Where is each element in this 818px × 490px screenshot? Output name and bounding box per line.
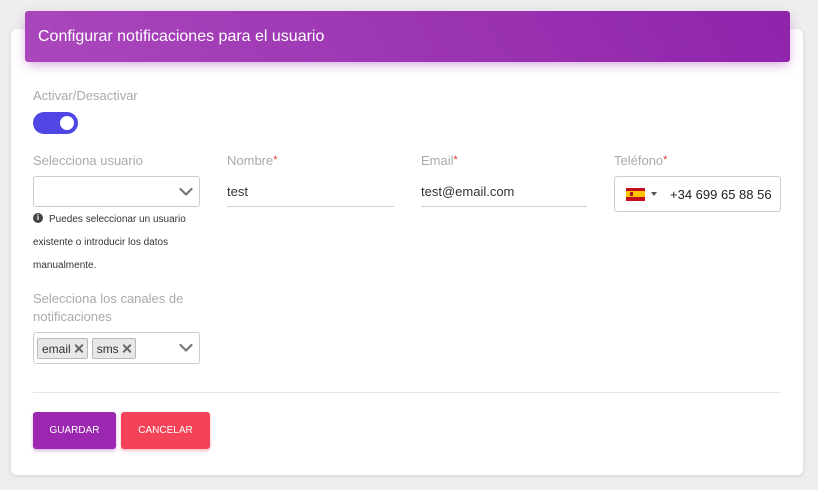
chip-label: sms <box>96 341 119 356</box>
divider <box>33 392 781 393</box>
channels-multiselect[interactable]: email sms <box>33 332 200 364</box>
user-select-label: Selecciona usuario <box>33 153 143 168</box>
spain-flag-icon[interactable] <box>626 187 645 201</box>
required-asterisk: * <box>273 154 278 166</box>
page-title: Configurar notificaciones para el usuari… <box>38 27 325 45</box>
channels-label-line1: Selecciona los canales de <box>33 291 184 306</box>
name-value: test <box>227 184 248 199</box>
user-select-hint: i Puedes seleccionar un usuario existente… <box>33 208 203 277</box>
remove-chip-icon[interactable] <box>123 344 132 353</box>
channel-chip-email: email <box>37 338 88 359</box>
cancel-button[interactable]: Cancelar <box>121 412 210 449</box>
name-label: Nombre* <box>227 153 278 168</box>
toggle-label: Activar/Desactivar <box>33 88 138 103</box>
remove-chip-icon[interactable] <box>75 344 84 353</box>
channel-chip-sms: sms <box>91 338 136 359</box>
phone-input[interactable]: +34 699 65 88 56 <box>614 176 781 212</box>
card-header: Configurar notificaciones para el usuari… <box>25 11 790 62</box>
required-asterisk: * <box>453 154 458 166</box>
country-dropdown-caret-icon[interactable] <box>651 192 657 196</box>
save-button[interactable]: Guardar <box>33 412 116 449</box>
phone-label: Teléfono* <box>614 153 668 168</box>
required-asterisk: * <box>663 154 668 166</box>
channels-label-line2: notificaciones <box>33 309 112 324</box>
chevron-down-icon <box>179 187 193 196</box>
phone-value: +34 699 65 88 56 <box>670 186 772 202</box>
hint-text: Puedes seleccionar un usuario existente … <box>33 214 186 271</box>
user-select[interactable] <box>33 176 200 207</box>
chevron-down-icon[interactable] <box>179 343 193 353</box>
email-value: test@email.com <box>421 184 515 199</box>
chip-label: email <box>42 341 71 356</box>
toggle-knob <box>60 116 74 130</box>
activate-toggle[interactable] <box>33 112 78 134</box>
name-input[interactable]: test <box>227 181 394 207</box>
selected-channels: email sms <box>37 338 136 359</box>
email-input[interactable]: test@email.com <box>421 181 587 207</box>
info-icon: i <box>33 213 43 224</box>
email-label: Email* <box>421 153 458 168</box>
